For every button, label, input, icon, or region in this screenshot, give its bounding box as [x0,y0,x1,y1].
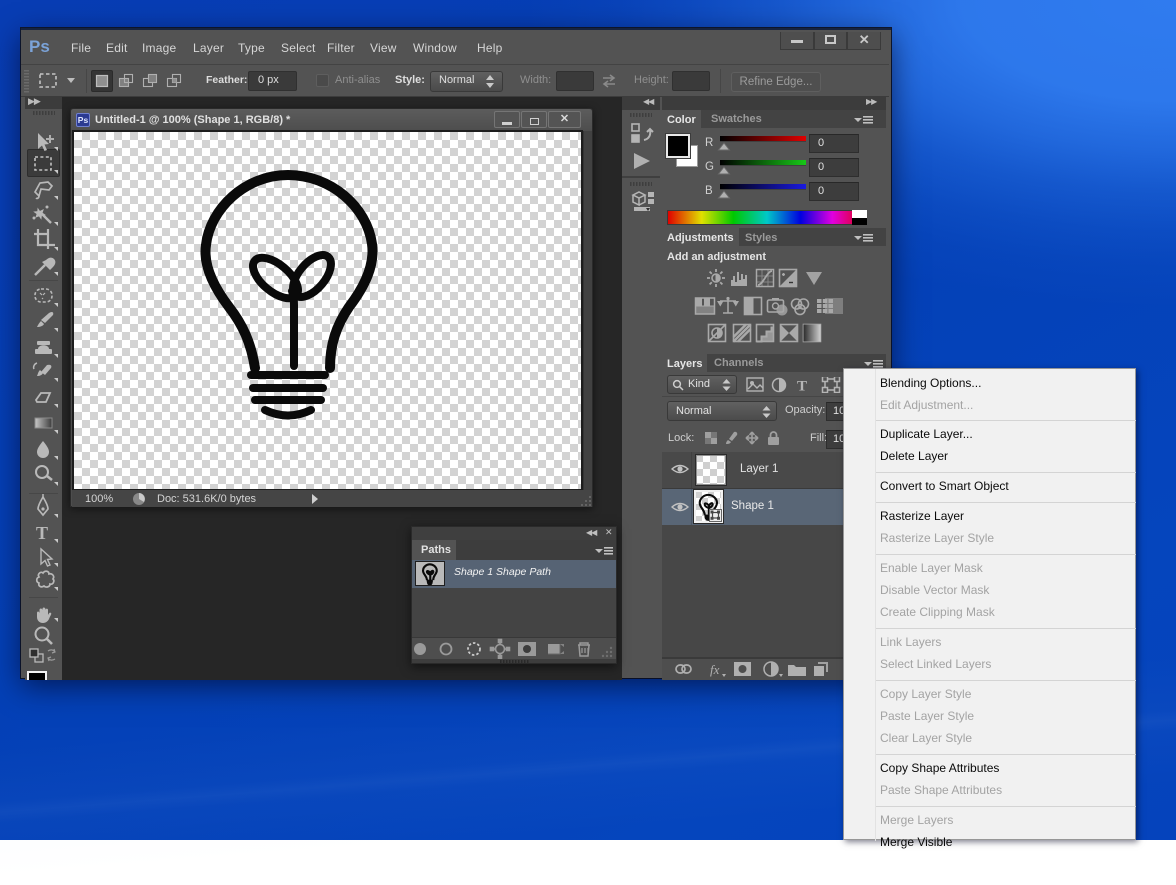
svg-text:T: T [36,523,48,543]
svg-text:fx: fx [710,662,720,677]
svg-text:T: T [797,379,807,394]
